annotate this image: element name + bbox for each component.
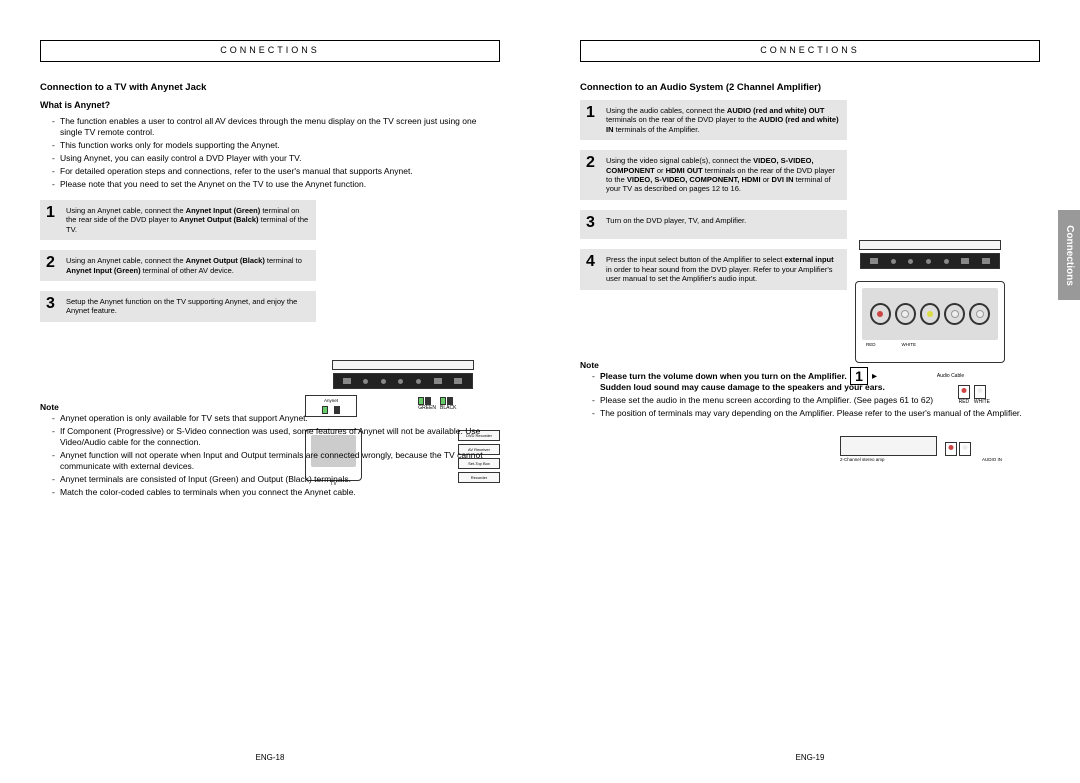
step-number: 4	[586, 252, 606, 283]
step-text: Setup the Anynet function on the TV supp…	[66, 294, 310, 316]
note-item: The position of terminals may vary depen…	[592, 408, 1040, 419]
amp-in-red-icon	[945, 442, 957, 456]
intro-item: Using Anynet, you can easily control a D…	[52, 153, 500, 164]
step-number: 3	[586, 213, 606, 234]
step-number: 1	[586, 103, 606, 134]
note-item: Match the color-coded cables to terminal…	[52, 487, 500, 498]
rca-yellow-icon	[920, 303, 941, 325]
right-notes-list: Please turn the volume down when you tur…	[580, 371, 1040, 419]
anynet-intro-list: The function enables a user to control a…	[40, 116, 500, 190]
right-step-1: 1 Using the audio cables, connect the AU…	[580, 100, 847, 140]
intro-item: The function enables a user to control a…	[52, 116, 500, 138]
left-page: CONNECTIONS Connection to a TV with Anyn…	[0, 0, 540, 783]
step-number: 3	[46, 294, 66, 316]
right-step-2: 2 Using the video signal cable(s), conne…	[580, 150, 847, 200]
step-number: 2	[586, 153, 606, 194]
dvd-rear-panel-icon	[860, 253, 1000, 269]
note-item: Anynet terminals are consisted of Input …	[52, 474, 500, 485]
step-number: 2	[46, 253, 66, 275]
right-title: Connection to an Audio System (2 Channel…	[580, 82, 1040, 94]
rca-icon	[944, 303, 965, 325]
rca-red-icon	[870, 303, 891, 325]
note-item: Anynet function will not operate when In…	[52, 450, 500, 472]
step-text: Using an Anynet cable, connect the Anyne…	[66, 203, 310, 234]
note-item: Anynet operation is only available for T…	[52, 413, 500, 424]
intro-item: For detailed operation steps and connect…	[52, 166, 500, 177]
amplifier-icon	[840, 436, 937, 456]
step-text: Using the video signal cable(s), connect…	[606, 153, 841, 194]
step-number: 1	[46, 203, 66, 234]
note-bold-item: Please turn the volume down when you tur…	[592, 371, 1040, 393]
step-text: Using the audio cables, connect the AUDI…	[606, 103, 841, 134]
note-item: If Component (Progressive) or S-Video co…	[52, 426, 500, 448]
page-number-left: ENG-18	[256, 753, 285, 763]
section-tab: Connections	[1058, 210, 1080, 300]
step-text: Press the input select button of the Amp…	[606, 252, 841, 283]
left-title: Connection to a TV with Anynet Jack	[40, 82, 500, 94]
page-number-right: ENG-19	[796, 753, 825, 763]
right-page: CONNECTIONS Connection to an Audio Syste…	[540, 0, 1080, 783]
left-step-3: 3 Setup the Anynet function on the TV su…	[40, 291, 316, 322]
left-step-1: 1 Using an Anynet cable, connect the Any…	[40, 200, 316, 240]
what-is-anynet: What is Anynet?	[40, 100, 500, 112]
right-step-4: 4 Press the input select button of the A…	[580, 249, 847, 289]
right-step-3: 3 Turn on the DVD player, TV, and Amplif…	[580, 210, 847, 240]
tv-rear-icon: REDWHITE	[855, 281, 1005, 363]
step-text: Turn on the DVD player, TV, and Amplifie…	[606, 213, 746, 234]
dvd-rear-panel-icon	[333, 373, 473, 389]
intro-item: Please note that you need to set the Any…	[52, 179, 500, 190]
rca-icon	[969, 303, 990, 325]
dvd-player-top-icon	[332, 360, 474, 370]
header-connections: CONNECTIONS	[580, 40, 1040, 62]
header-connections: CONNECTIONS	[40, 40, 500, 62]
note-item: Please set the audio in the menu screen …	[592, 395, 1040, 406]
rca-white-icon	[895, 303, 916, 325]
left-step-2: 2 Using an Anynet cable, connect the Any…	[40, 250, 316, 281]
step-text: Using an Anynet cable, connect the Anyne…	[66, 253, 310, 275]
intro-item: This function works only for models supp…	[52, 140, 500, 151]
dvd-player-top-icon	[859, 240, 1001, 250]
amp-in-white-icon	[959, 442, 971, 456]
page-spread: CONNECTIONS Connection to a TV with Anyn…	[0, 0, 1080, 783]
